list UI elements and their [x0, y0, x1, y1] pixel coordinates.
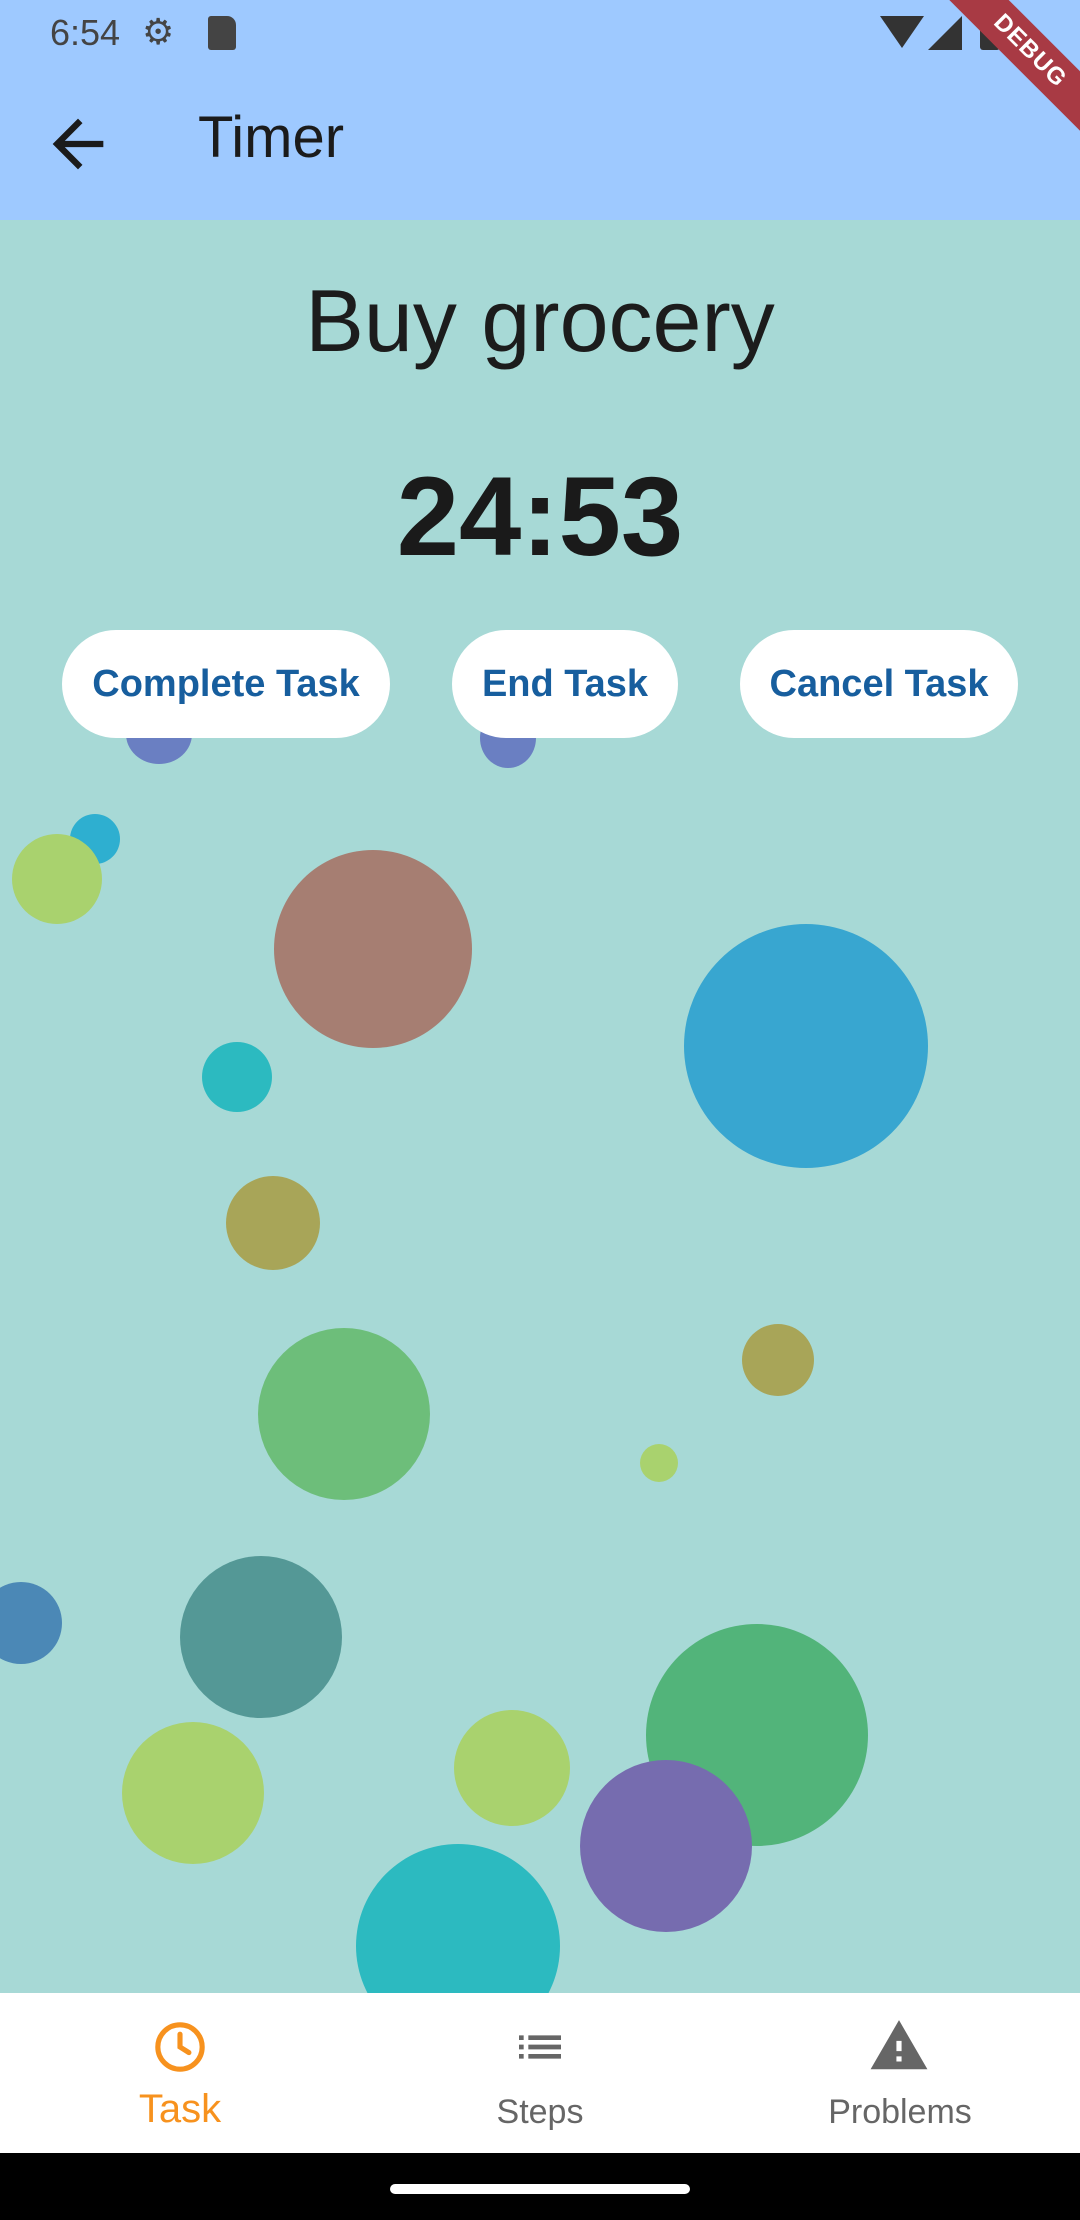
debug-label: DEBUG: [930, 0, 1080, 151]
decorative-bubble: [180, 1556, 342, 1718]
bottom-navigation: Task Steps Problems: [0, 1993, 1080, 2153]
task-name: Buy grocery: [305, 271, 775, 370]
sd-card-icon: [208, 16, 236, 50]
decorative-bubble: [122, 1722, 264, 1864]
tab-problems[interactable]: Problems: [720, 1993, 1080, 2153]
status-time: 6:54: [50, 12, 121, 53]
app-bar: Timer: [0, 66, 1080, 220]
decorative-bubble: [202, 1042, 272, 1112]
status-bar: 6:54 ⚙: [0, 0, 1080, 66]
decorative-bubble: [684, 924, 928, 1168]
tab-steps[interactable]: Steps: [360, 1993, 720, 2153]
cancel-task-button[interactable]: Cancel Task: [740, 630, 1018, 738]
complete-task-button[interactable]: Complete Task: [62, 630, 390, 738]
decorative-bubble: [0, 1582, 62, 1664]
tab-task-label: Task: [138, 2087, 222, 2131]
decorative-bubble: [258, 1328, 430, 1500]
decorative-bubble: [580, 1760, 752, 1932]
decorative-bubble: [640, 1444, 678, 1482]
decorative-bubble: [226, 1176, 320, 1270]
home-indicator[interactable]: [390, 2184, 690, 2194]
timer-screen: Buy grocery 24:53 Complete Task End Task…: [0, 220, 1080, 1993]
tab-task[interactable]: Task: [0, 1993, 360, 2153]
decorative-bubble: [12, 834, 102, 924]
decorative-bubble: [454, 1710, 570, 1826]
page-title: Timer: [198, 105, 345, 170]
clock-icon: [155, 2022, 205, 2072]
debug-banner: DEBUG: [920, 0, 1080, 160]
back-button[interactable]: [40, 106, 116, 182]
end-task-button[interactable]: End Task: [452, 630, 678, 738]
settings-icon: ⚙: [142, 11, 175, 52]
decorative-bubble: [356, 1844, 560, 1993]
tab-steps-label: Steps: [496, 2093, 584, 2131]
decorative-bubble: [274, 850, 472, 1048]
warning-icon: [870, 2020, 928, 2070]
tab-problems-label: Problems: [828, 2093, 972, 2131]
wifi-icon: [880, 16, 924, 48]
decorative-bubble: [742, 1324, 814, 1396]
arrow-back-icon: [52, 118, 104, 170]
list-icon: [519, 2035, 561, 2059]
timer-display: 24:53: [396, 454, 684, 579]
